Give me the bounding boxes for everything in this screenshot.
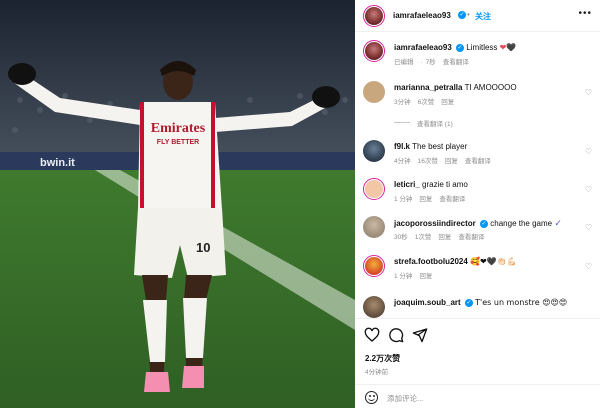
- caption-author-avatar[interactable]: [363, 40, 385, 62]
- reply-button[interactable]: 回复: [419, 196, 432, 203]
- comment-time: 1 分钟: [394, 196, 413, 203]
- svg-text:10: 10: [196, 240, 210, 255]
- comment-likes[interactable]: 16次赞: [418, 158, 438, 165]
- likes-count[interactable]: 2.2万次赞: [365, 353, 400, 364]
- comment-like-heart-icon[interactable]: ♡: [585, 88, 592, 97]
- svg-text:FLY BETTER: FLY BETTER: [157, 139, 199, 146]
- comment-icon[interactable]: [388, 327, 404, 343]
- add-comment-bar: 添加评论...: [355, 384, 600, 408]
- reply-button[interactable]: 回复: [438, 234, 451, 241]
- comment-body: The best player: [412, 142, 468, 151]
- commenter-username[interactable]: f9l.k: [394, 142, 410, 151]
- comment-body: 🥰❤🖤👏🏻💪🏻: [470, 257, 517, 266]
- comment-like-heart-icon[interactable]: ♡: [585, 262, 592, 271]
- more-horizontal-icon[interactable]: •••: [578, 8, 592, 19]
- comment-meta: 4分钟 16次赞 回复 查看翻译: [394, 155, 498, 165]
- post-photo: bwin.it Emirates FLY BETTER 10: [0, 0, 355, 408]
- black-heart-emoji: 🖤: [506, 43, 517, 52]
- commenter-avatar[interactable]: [363, 255, 385, 277]
- comment-meta: 3分钟 6次赞 回复: [394, 96, 461, 106]
- comment-time: 1 分钟: [394, 273, 413, 280]
- comment-like-heart-icon[interactable]: ♡: [585, 185, 592, 194]
- comment-body: grazie ti amo: [422, 180, 468, 189]
- separator-dot: •: [467, 10, 470, 19]
- comment-meta: 1 分钟 回复 查看翻译: [394, 193, 472, 203]
- follow-button[interactable]: 关注: [475, 11, 491, 22]
- caption: iamrafaeleao93 ✓ Limitless ❤🖤 已编辑 · 7秒 查看翻译: [355, 38, 600, 70]
- caption-body: Limitless: [466, 43, 498, 52]
- see-translation-link[interactable]: 查看翻译: [443, 59, 469, 66]
- posted-time: 4分钟前: [365, 369, 389, 376]
- commenter-username[interactable]: leticri_: [394, 180, 420, 189]
- post-side-panel: iamrafaeleao93 ✓ • 关注 ••• iamrafaeleao93…: [355, 0, 600, 408]
- comment-body: TI AMOOOOO: [464, 83, 517, 92]
- svg-text:Emirates: Emirates: [151, 121, 206, 136]
- commenter-username[interactable]: joaquim.soub_art: [394, 298, 461, 307]
- verified-badge-icon: ✓: [458, 11, 466, 19]
- add-comment-input[interactable]: 添加评论...: [387, 393, 423, 404]
- comment-item: marianna_petralla TI AMOOOOO 3分钟 6次赞 回复 ♡: [355, 79, 600, 109]
- divider-line: [394, 122, 410, 123]
- post-actions: 2.2万次赞 4分钟前 添加评论...: [355, 318, 600, 408]
- comment-meta: 1 分钟 回复: [394, 270, 439, 280]
- commenter-username[interactable]: jacoporossiindirector: [394, 219, 476, 228]
- comment-time: 30秒: [394, 234, 408, 241]
- commenter-username[interactable]: marianna_petralla: [394, 83, 462, 92]
- comment-item: joaquim.soub_art ✓ T'es un monstre 😍😍😍: [355, 294, 600, 318]
- comment-text: jacoporossiindirector ✓ change the game …: [394, 218, 562, 229]
- author-avatar[interactable]: [363, 5, 385, 27]
- view-translations-row: 查看翻译 (1): [355, 116, 600, 130]
- comment-text: leticri_ grazie ti amo: [394, 180, 468, 190]
- post-header: iamrafaeleao93 ✓ • 关注 •••: [355, 0, 600, 32]
- commenter-avatar[interactable]: [363, 81, 385, 103]
- comment-text: joaquim.soub_art ✓ T'es un monstre 😍😍😍: [394, 298, 567, 308]
- player-celebration-image: bwin.it Emirates FLY BETTER 10: [0, 0, 355, 408]
- comment-text: marianna_petralla TI AMOOOOO: [394, 83, 517, 93]
- author-username[interactable]: iamrafaeleao93: [393, 11, 451, 20]
- comment-likes[interactable]: 1次赞: [415, 234, 432, 241]
- commenter-avatar[interactable]: [363, 178, 385, 200]
- see-translation-link[interactable]: 查看翻译: [439, 196, 465, 203]
- caption-meta: 已编辑 · 7秒 查看翻译: [394, 59, 469, 66]
- verified-badge-icon: ✓: [464, 298, 473, 307]
- verified-badge-icon: ✓: [480, 219, 489, 228]
- commenter-username[interactable]: strefa.footbolu2024: [394, 257, 468, 266]
- comment-body: change the game: [490, 219, 553, 228]
- comment-meta: 30秒 1次赞 回复 查看翻译: [394, 231, 491, 241]
- comment-time: 3分钟: [394, 99, 411, 106]
- commenter-avatar[interactable]: [363, 296, 385, 318]
- emoji-picker-icon[interactable]: [365, 391, 378, 404]
- comment-item: jacoporossiindirector ✓ change the game …: [355, 214, 600, 244]
- svg-text:bwin.it: bwin.it: [40, 157, 75, 169]
- comment-body: T'es un monstre 😍😍😍: [475, 298, 568, 307]
- commenter-avatar[interactable]: [363, 216, 385, 238]
- caption-username[interactable]: iamrafaeleao93: [394, 43, 452, 52]
- comment-likes[interactable]: 6次赞: [418, 99, 435, 106]
- commenter-avatar[interactable]: [363, 140, 385, 162]
- comment-time: 4分钟: [394, 158, 411, 165]
- comment-like-heart-icon[interactable]: ♡: [585, 223, 592, 232]
- comment-item: strefa.footbolu2024 🥰❤🖤👏🏻💪🏻 1 分钟 回复 ♡: [355, 253, 600, 283]
- see-translation-link[interactable]: 查看翻译: [458, 234, 484, 241]
- edited-label: 已编辑: [394, 59, 414, 66]
- caption-text: iamrafaeleao93 ✓ Limitless ❤🖤: [394, 43, 516, 53]
- heart-icon[interactable]: [364, 327, 380, 343]
- verified-badge-icon: ✓: [456, 43, 465, 52]
- check-mark-emoji: ✓: [554, 218, 562, 228]
- comment-item: leticri_ grazie ti amo 1 分钟 回复 查看翻译 ♡: [355, 176, 600, 206]
- reply-button[interactable]: 回复: [441, 99, 454, 106]
- see-translation-link[interactable]: 查看翻译: [465, 158, 491, 165]
- comment-text: f9l.k The best player: [394, 142, 467, 152]
- reply-button[interactable]: 回复: [419, 273, 432, 280]
- comment-text: strefa.footbolu2024 🥰❤🖤👏🏻💪🏻: [394, 257, 517, 267]
- comment-like-heart-icon[interactable]: ♡: [585, 147, 592, 156]
- view-translation-link[interactable]: 查看翻译 (1): [417, 118, 453, 128]
- caption-time: 7秒: [425, 59, 436, 66]
- comment-item: f9l.k The best player 4分钟 16次赞 回复 查看翻译 ♡: [355, 138, 600, 168]
- reply-button[interactable]: 回复: [445, 158, 458, 165]
- share-icon[interactable]: [412, 327, 428, 343]
